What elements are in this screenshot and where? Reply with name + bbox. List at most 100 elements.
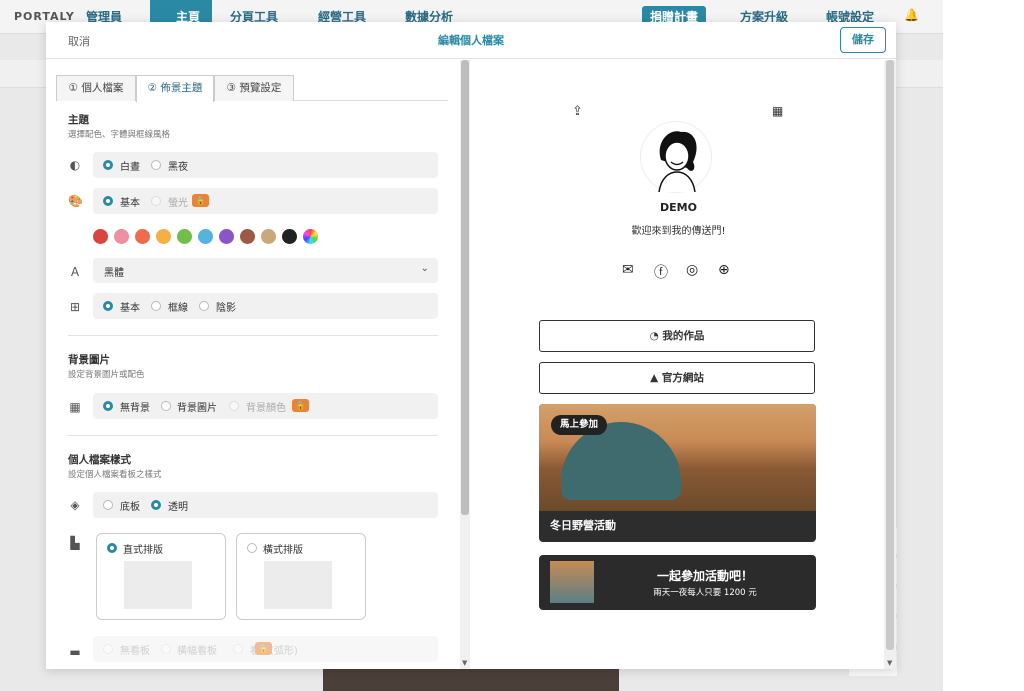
qr-code-icon[interactable]: ▦: [772, 104, 783, 118]
palette-icon: 🎨: [68, 194, 83, 208]
font-icon: A: [70, 265, 80, 279]
radio-night[interactable]: [151, 160, 161, 170]
paint-bucket-icon: ◈: [70, 498, 80, 512]
radio-background-color[interactable]: [229, 401, 239, 411]
horizontal-layout-thumbnail: [264, 561, 332, 609]
radio-horizontal: [247, 543, 257, 553]
label-vertical: 直式排版: [123, 545, 163, 556]
link-button-my-works[interactable]: ◔ 我的作品: [539, 320, 815, 352]
radio-border-outline[interactable]: [151, 301, 161, 311]
custom-color-icon[interactable]: [303, 229, 318, 244]
event-card[interactable]: 馬上參加 冬日野營活動: [539, 404, 816, 542]
lock-icon: 🔒: [292, 399, 309, 412]
background-options: 無背景 背景圖片 背景顏色 🔒: [93, 393, 438, 419]
avatar-illustration: [658, 131, 697, 193]
promo-card[interactable]: 一起參加活動吧！ 兩天一夜每人只要 1200 元: [539, 555, 816, 610]
label-border-outline: 框線: [168, 303, 188, 314]
label-neon: 螢光: [168, 198, 188, 209]
swatch-tan[interactable]: [261, 229, 276, 244]
swatch-purple[interactable]: [219, 229, 234, 244]
label-banner-board: 橫幅看板: [177, 646, 217, 657]
share-icon[interactable]: ⇪: [572, 104, 583, 119]
tent-icon: ▲: [650, 372, 662, 384]
chevron-down-icon: ⌄: [420, 263, 429, 274]
radio-panel[interactable]: [103, 500, 113, 510]
preview-scrollbar[interactable]: ▼: [884, 60, 896, 669]
font-select[interactable]: 黑體 ⌄: [93, 258, 438, 283]
contrast-icon: ◐: [69, 158, 81, 172]
radio-arc-board[interactable]: [233, 644, 243, 654]
label-background-color: 背景顏色: [246, 403, 286, 414]
label-border-basic: 基本: [120, 303, 140, 314]
radio-no-background[interactable]: [103, 401, 113, 411]
section-divider: [68, 435, 438, 436]
email-icon[interactable]: ✉: [622, 262, 634, 278]
color-swatches: [93, 229, 333, 245]
label-no-board: 無看板: [120, 646, 150, 657]
label-night: 黑夜: [168, 162, 188, 173]
swatch-brown[interactable]: [240, 229, 255, 244]
link-label: 官方網站: [661, 372, 704, 384]
facebook-icon[interactable]: ⓕ: [654, 262, 668, 282]
theme-section-subtitle: 選擇配色、字體與框線風格: [68, 130, 171, 140]
swatch-red[interactable]: [93, 229, 108, 244]
settings-scrollbar[interactable]: ▼: [460, 60, 470, 669]
border-options: 基本 框線 陰影: [93, 293, 438, 319]
label-panel: 底板: [120, 502, 140, 513]
swatch-blue[interactable]: [198, 229, 213, 244]
profile-style-subtitle: 設定個人檔案看板之樣式: [68, 470, 162, 480]
tab-theme[interactable]: ② 佈景主題: [136, 75, 214, 102]
panel-options: 底板 透明: [93, 492, 438, 518]
swatch-yellow[interactable]: [156, 229, 171, 244]
promo-subtitle: 兩天一夜每人只要 1200 元: [653, 588, 757, 598]
settings-tabs: ① 個人檔案 ② 佈景主題 ③ 預覽設定: [56, 75, 448, 102]
profile-style-title: 個人檔案樣式: [68, 454, 131, 466]
font-select-value: 黑體: [104, 268, 124, 279]
modal-title: 編輯個人檔案: [438, 34, 504, 47]
lock-icon: 🔒: [255, 642, 272, 655]
swatch-black[interactable]: [282, 229, 297, 244]
globe-icon[interactable]: ⊕: [718, 262, 730, 278]
bell-icon[interactable]: 🔔: [904, 8, 919, 22]
board-icon: ▬: [69, 645, 81, 659]
swatch-pink[interactable]: [114, 229, 129, 244]
radio-day[interactable]: [103, 160, 113, 170]
settings-panel: ① 個人檔案 ② 佈景主題 ③ 預覽設定 主題 選擇配色、字體與框線風格 ◐ 白…: [46, 60, 460, 669]
radio-neon[interactable]: [151, 196, 161, 206]
profile-preview: ⇪ ▦ DEMO 歡迎來到我的傳送門! ✉ ⓕ ◎ ⊕ ◔ 我的作品 ▲ 官方網…: [470, 60, 887, 669]
label-border-shadow: 陰影: [216, 303, 236, 314]
label-no-background: 無背景: [120, 403, 150, 414]
radio-banner-board[interactable]: [161, 644, 171, 654]
radio-basic[interactable]: [103, 196, 113, 206]
radio-transparent[interactable]: [151, 500, 161, 510]
label-background-image: 背景圖片: [177, 403, 217, 414]
event-tag: 馬上參加: [551, 415, 608, 435]
tab-preview-settings[interactable]: ③ 預覽設定: [214, 75, 294, 101]
label-basic: 基本: [120, 198, 140, 209]
tab-profile[interactable]: ① 個人檔案: [56, 75, 136, 101]
scrollbar-thumb[interactable]: [886, 60, 894, 650]
border-style-icon: ⊞: [69, 300, 81, 314]
profile-bio: 歡迎來到我的傳送門!: [631, 226, 726, 237]
save-button[interactable]: 儲存: [840, 27, 886, 53]
instagram-icon[interactable]: ◎: [686, 262, 698, 278]
theme-section-title: 主題: [68, 114, 89, 126]
scroll-down-icon[interactable]: ▼: [462, 659, 467, 667]
swatch-orange-red[interactable]: [135, 229, 150, 244]
scrollbar-thumb[interactable]: [461, 60, 469, 515]
scroll-down-icon[interactable]: ▼: [887, 659, 892, 667]
event-title: 冬日野營活動: [550, 519, 616, 532]
layout-vertical-card[interactable]: 直式排版: [96, 533, 226, 620]
radio-border-shadow[interactable]: [199, 301, 209, 311]
radio-vertical: [107, 543, 117, 553]
radio-no-board[interactable]: [103, 644, 113, 654]
radio-border-basic[interactable]: [103, 301, 113, 311]
label-day: 白晝: [120, 162, 140, 173]
outer-margin: [943, 0, 1024, 691]
layout-horizontal-card[interactable]: 橫式排版: [236, 533, 366, 620]
swatch-green[interactable]: [177, 229, 192, 244]
link-button-official-site[interactable]: ▲ 官方網站: [539, 362, 815, 394]
radio-background-image[interactable]: [161, 401, 171, 411]
promo-thumbnail: [550, 561, 594, 603]
section-divider: [68, 335, 438, 336]
